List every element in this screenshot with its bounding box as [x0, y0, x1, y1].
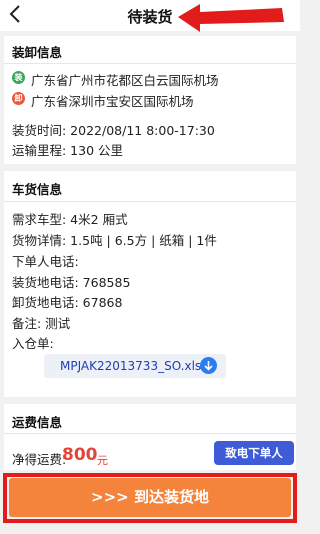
call-orderer-button[interactable]: 致电下单人 — [214, 441, 294, 465]
warehouse-file-link[interactable]: MPJAK22013733_SO.xls — [44, 354, 226, 378]
fee-section-title: 运费信息 — [12, 415, 63, 430]
vehicle-type: 需求车型: 4米2 厢式 — [12, 212, 128, 227]
unload-phone: 卸货地电话: 67868 — [12, 295, 123, 310]
loading-info-card: 装卸信息 装 广东省广州市花都区白云国际机场 卸 广东省深圳市宝安区国际机场 装… — [4, 36, 296, 164]
divider — [4, 201, 296, 202]
transport-distance: 运输里程: 130 公里 — [12, 143, 124, 158]
file-name: MPJAK22013733_SO.xls — [60, 359, 202, 373]
cargo-details: 货物详情: 1.5吨 | 6.5方 | 纸箱 | 1件 — [12, 233, 217, 248]
warehouse-label: 入仓单: — [12, 336, 54, 351]
net-fee-unit: 元 — [97, 454, 108, 467]
annotation-arrow-icon — [178, 4, 284, 32]
pickup-badge: 装 — [12, 71, 25, 84]
loading-section-title: 装卸信息 — [12, 45, 63, 60]
pickup-address: 广东省广州市花都区白云国际机场 — [31, 73, 219, 88]
drop-badge: 卸 — [12, 92, 25, 105]
orderer-phone: 下单人电话: — [12, 254, 79, 269]
net-fee-label: 净得运费: — [12, 452, 67, 467]
drop-address: 广东省深圳市宝安区国际机场 — [31, 94, 194, 109]
load-phone: 装货地电话: 768585 — [12, 275, 131, 290]
divider — [4, 63, 296, 64]
cargo-section-title: 车货信息 — [12, 182, 63, 197]
divider — [4, 433, 296, 434]
arrive-at-loading-button[interactable]: >>> 到达装货地 — [9, 478, 291, 517]
cargo-info-card: 车货信息 需求车型: 4米2 厢式 货物详情: 1.5吨 | 6.5方 | 纸箱… — [4, 171, 296, 397]
loading-time: 装货时间: 2022/08/11 8:00-17:30 — [12, 123, 215, 138]
remark: 备注: 测试 — [12, 316, 71, 331]
fee-info-card: 运费信息 净得运费: 800 元 致电下单人 — [4, 404, 296, 470]
header-bar: 待装货 — [0, 0, 300, 32]
net-fee-amount: 800 — [62, 445, 98, 465]
download-icon[interactable] — [200, 357, 217, 374]
